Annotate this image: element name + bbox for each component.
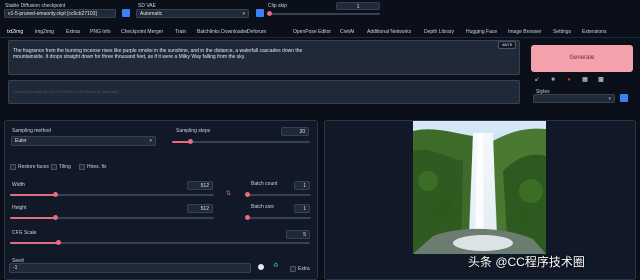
tab-image-browser[interactable]: Image Browser	[508, 29, 542, 35]
checkpoint-value: v1-5-pruned-emaonly.ckpt [cc6cb27103]	[8, 11, 97, 17]
vae-select[interactable]: Automatic ▾	[136, 9, 249, 18]
tab-png-info[interactable]: PNG Info	[90, 29, 111, 35]
tab-underline	[0, 37, 640, 38]
batch-size-input[interactable]: 1	[294, 204, 310, 213]
height-slider[interactable]	[10, 215, 214, 220]
sampling-method-label: Sampling method	[12, 128, 51, 134]
generate-button[interactable]: Generate	[531, 45, 633, 72]
width-label: Width	[12, 182, 25, 188]
tab-txt2img[interactable]: txt2img	[7, 29, 23, 35]
batch-size-slider[interactable]	[245, 215, 311, 220]
tab-civitai[interactable]: CivitAI	[340, 29, 354, 35]
refresh-vae-icon[interactable]	[256, 9, 264, 17]
recycle-icon[interactable]: ♻	[273, 262, 278, 269]
trash-icon[interactable]: ■	[548, 76, 558, 85]
width-slider[interactable]	[10, 192, 214, 197]
prompt-input[interactable]: The fragrance from the burning incense r…	[8, 40, 520, 75]
height-label: Height	[12, 205, 27, 211]
sampling-method-value: Euler	[15, 138, 27, 144]
sampling-steps-input[interactable]: 20	[281, 127, 309, 136]
clip-skip-label: Clip skip	[268, 3, 287, 9]
styles-select[interactable]: ▾	[533, 94, 615, 103]
clipboard-icon[interactable]: ▦	[580, 76, 590, 85]
cfg-scale-label: CFG Scale	[12, 230, 37, 236]
batch-count-label: Batch count	[251, 181, 278, 187]
chevron-down-icon: ▾	[608, 96, 611, 102]
refresh-styles-icon[interactable]	[620, 94, 628, 102]
tab-extras[interactable]: Extras	[66, 29, 80, 35]
tab-extensions[interactable]: Extensions	[582, 29, 606, 35]
tab-additional-networks[interactable]: Additional Networks	[367, 29, 411, 35]
red-card-icon[interactable]: ●	[564, 76, 574, 85]
batch-count-input[interactable]: 1	[294, 181, 310, 190]
arrow-icon[interactable]: ↙	[532, 76, 542, 85]
tab-checkpoint-merger[interactable]: Checkpoint Merger	[121, 29, 163, 35]
extra-checkbox[interactable]	[290, 266, 296, 274]
chevron-down-icon: ▾	[149, 138, 152, 144]
tab-train[interactable]: Train	[175, 29, 186, 35]
dice-icon[interactable]	[258, 264, 264, 270]
hires-fix-label: Hires. fix	[87, 164, 107, 170]
prompt-text: The fragrance from the burning incense r…	[13, 48, 303, 60]
hires-fix-checkbox[interactable]	[79, 164, 85, 172]
token-counter: 48/75	[498, 41, 516, 49]
extra-label: Extra	[298, 266, 310, 272]
chevron-down-icon: ▾	[242, 11, 245, 17]
watermark: 头条 @CC程序技术圈	[468, 255, 585, 269]
generate-label: Generate	[569, 55, 595, 61]
batch-size-label: Batch size	[251, 204, 275, 210]
negative-prompt-placeholder: Negative prompt (press Ctrl+Enter or Alt…	[13, 89, 119, 94]
tab-depth-library[interactable]: Depth Library	[424, 29, 454, 35]
checkpoint-select[interactable]: v1-5-pruned-emaonly.ckpt [cc6cb27103]	[4, 9, 116, 18]
vae-value: Automatic	[140, 11, 163, 17]
seed-value: -1	[13, 265, 18, 271]
batch-count-slider[interactable]	[245, 192, 311, 197]
save-style-icon[interactable]: ▩	[596, 76, 606, 85]
sampling-steps-label: Sampling steps	[176, 128, 211, 134]
restore-faces-label: Restore faces	[18, 164, 49, 170]
negative-prompt-input[interactable]: Negative prompt (press Ctrl+Enter or Alt…	[8, 80, 520, 104]
swap-dimensions-icon[interactable]: ⇅	[226, 190, 231, 197]
refresh-icon[interactable]	[122, 9, 130, 17]
tab-batchlinks-downloader[interactable]: Batchlinks Downloader	[197, 29, 248, 35]
sampling-method-select[interactable]: Euler ▾	[11, 136, 156, 146]
width-input[interactable]: 512	[187, 181, 213, 190]
waterfall-image	[413, 121, 546, 254]
clip-skip-slider[interactable]	[267, 11, 380, 16]
tiling-checkbox[interactable]	[51, 164, 57, 172]
clip-skip-input[interactable]: 1	[336, 2, 380, 10]
height-input[interactable]: 512	[187, 204, 213, 213]
seed-input[interactable]: -1	[9, 263, 251, 273]
tab-openpose-editor[interactable]: OpenPose Editor	[293, 29, 331, 35]
sampling-steps-slider[interactable]	[172, 139, 310, 144]
tab-hugging-face[interactable]: Hugging Face	[466, 29, 497, 35]
cfg-scale-slider[interactable]	[10, 240, 310, 245]
tab-deforum[interactable]: Deforum	[247, 29, 266, 35]
restore-faces-checkbox[interactable]	[10, 164, 16, 172]
generated-image	[413, 121, 546, 254]
tab-img2img[interactable]: img2img	[35, 29, 54, 35]
tiling-label: Tiling	[59, 164, 71, 170]
tab-settings[interactable]: Settings	[553, 29, 571, 35]
cfg-scale-input[interactable]: 5	[286, 230, 310, 239]
